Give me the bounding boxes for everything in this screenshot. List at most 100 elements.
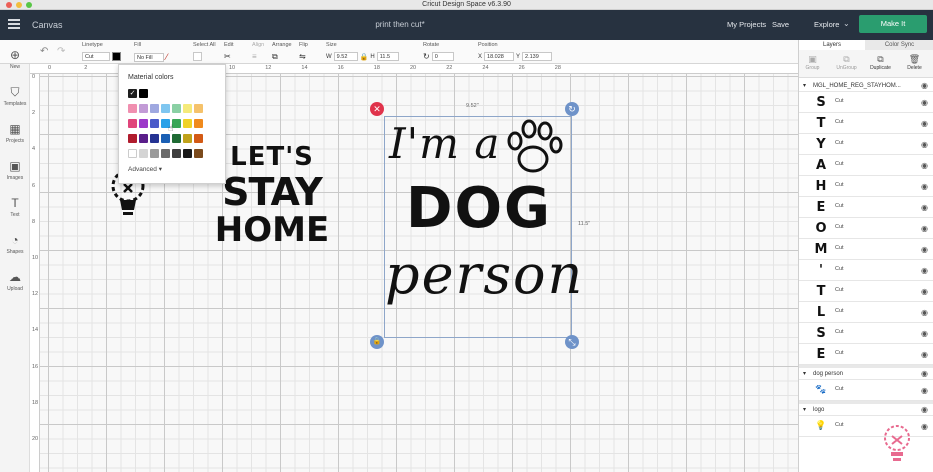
sidebar-item-new[interactable]: ⊕ New xyxy=(0,48,30,70)
resize-handle-icon[interactable]: ⤡ xyxy=(565,335,579,349)
color-swatch[interactable] xyxy=(128,119,137,128)
color-swatch[interactable] xyxy=(194,104,203,113)
save-link[interactable]: Save xyxy=(772,20,789,29)
color-swatch[interactable] xyxy=(128,104,137,113)
lock-icon[interactable]: 🔒 xyxy=(360,53,369,61)
sidebar-item-projects[interactable]: ▦ Projects xyxy=(0,122,30,144)
eye-icon[interactable]: ◉ xyxy=(921,266,928,275)
layer-row[interactable]: L Cut ◉ xyxy=(799,302,933,323)
eye-icon[interactable]: ◉ xyxy=(921,422,928,431)
layer-row[interactable]: 💡 Cut ◉ xyxy=(799,416,933,437)
rotate-input[interactable]: 0 xyxy=(431,52,454,61)
color-swatch[interactable] xyxy=(194,149,203,158)
layer-row[interactable]: H Cut ◉ xyxy=(799,176,933,197)
color-swatch[interactable] xyxy=(183,104,192,113)
color-swatch[interactable] xyxy=(194,119,203,128)
my-projects-link[interactable]: My Projects xyxy=(727,20,766,29)
color-swatch[interactable] xyxy=(139,134,148,143)
hamburger-menu-icon[interactable] xyxy=(8,19,20,29)
x-position-input[interactable]: 18.028 xyxy=(484,52,515,61)
explore-menu[interactable]: Explore xyxy=(814,20,839,29)
eye-icon[interactable]: ◉ xyxy=(921,140,928,149)
rotate-icon[interactable]: ↻ xyxy=(423,52,430,61)
layer-row[interactable]: S Cut ◉ xyxy=(799,323,933,344)
layer-group-dog-person[interactable]: ▾ dog person ◉ xyxy=(799,368,933,380)
width-input[interactable]: 9.52 xyxy=(333,52,358,61)
arrange-icon[interactable]: ⧉ xyxy=(272,52,278,62)
color-swatch[interactable] xyxy=(183,149,192,158)
arrange-control[interactable]: Arrange ⧉ xyxy=(272,42,292,62)
color-swatch[interactable] xyxy=(194,134,203,143)
color-swatch[interactable] xyxy=(161,134,170,143)
lets-stay-home-art[interactable]: LET'S STAY HOME xyxy=(212,142,332,248)
color-swatch[interactable] xyxy=(128,149,137,158)
chevron-down-icon[interactable]: ⌄ xyxy=(843,19,850,28)
layer-row[interactable]: S Cut ◉ xyxy=(799,92,933,113)
ungroup-action[interactable]: ⧉ UnGroup xyxy=(833,53,860,71)
scissors-icon[interactable]: ✂ xyxy=(224,52,231,61)
eye-icon[interactable]: ◉ xyxy=(921,119,928,128)
fill-control[interactable]: Fill No Fill ⁄ xyxy=(134,42,168,62)
close-window-icon[interactable] xyxy=(6,2,12,8)
layer-row[interactable]: T Cut ◉ xyxy=(799,113,933,134)
lock-handle-icon[interactable]: 🔒 xyxy=(370,335,384,349)
delete-action[interactable]: 🗑 Delete xyxy=(901,53,928,71)
selection-bounding-box[interactable]: I'm a DOG person xyxy=(384,116,582,338)
zoom-window-icon[interactable] xyxy=(26,2,32,8)
align-control[interactable]: Align ≡ xyxy=(252,42,264,61)
color-swatch[interactable] xyxy=(172,104,181,113)
eye-icon[interactable]: ◉ xyxy=(921,224,928,233)
layer-row[interactable]: 🐾 Cut ◉ xyxy=(799,380,933,401)
make-it-button[interactable]: Make It xyxy=(859,15,927,33)
chevron-down-icon[interactable]: ▾ xyxy=(803,80,806,92)
eye-icon[interactable]: ◉ xyxy=(921,203,928,212)
color-swatch[interactable] xyxy=(139,89,148,98)
duplicate-action[interactable]: ⧉ Duplicate xyxy=(867,53,894,71)
layer-row[interactable]: E Cut ◉ xyxy=(799,344,933,365)
layer-row[interactable]: E Cut ◉ xyxy=(799,197,933,218)
chevron-down-icon[interactable]: ▾ xyxy=(803,404,806,416)
y-position-input[interactable]: 2.139 xyxy=(522,52,553,61)
eye-icon[interactable]: ◉ xyxy=(921,182,928,191)
layer-group-stayhome[interactable]: ▾ MGL_HOME_REG_STAYHOM... ◉ xyxy=(799,80,933,92)
eye-icon[interactable]: ◉ xyxy=(921,161,928,170)
color-swatch[interactable] xyxy=(172,149,181,158)
sidebar-item-text[interactable]: T Text xyxy=(0,196,30,218)
linetype-control[interactable]: Linetype Cut xyxy=(82,42,121,61)
flip-icon[interactable]: ⇋ xyxy=(299,52,306,61)
rotate-handle-icon[interactable]: ↻ xyxy=(565,102,579,116)
color-swatch[interactable] xyxy=(172,134,181,143)
color-swatch[interactable] xyxy=(150,149,159,158)
delete-handle-icon[interactable]: ✕ xyxy=(370,102,384,116)
flip-control[interactable]: Flip ⇋ xyxy=(299,42,308,61)
eye-icon[interactable]: ◉ xyxy=(921,308,928,317)
group-action[interactable]: ▣ Group xyxy=(799,53,826,71)
sidebar-item-upload[interactable]: ☁ Upload xyxy=(0,270,30,292)
sidebar-item-shapes[interactable]: ◔ Shapes xyxy=(0,233,30,255)
eye-icon[interactable]: ◉ xyxy=(921,98,928,107)
color-swatch[interactable] xyxy=(161,149,170,158)
eye-icon[interactable]: ◉ xyxy=(921,386,928,395)
eye-icon[interactable]: ◉ xyxy=(921,245,928,254)
color-swatch[interactable] xyxy=(161,104,170,113)
edit-control[interactable]: Edit ✂ xyxy=(224,42,233,61)
select-all-control[interactable]: Select All xyxy=(193,42,216,61)
eye-icon[interactable]: ◉ xyxy=(921,350,928,359)
color-swatch[interactable] xyxy=(139,149,148,158)
minimize-window-icon[interactable] xyxy=(16,2,22,8)
align-icon[interactable]: ≡ xyxy=(252,52,257,61)
color-swatch[interactable] xyxy=(150,104,159,113)
sidebar-item-templates[interactable]: ⛉ Templates xyxy=(0,85,30,107)
linetype-select[interactable]: Cut xyxy=(82,52,110,61)
redo-icon[interactable]: ↷ xyxy=(57,46,65,57)
color-swatch[interactable] xyxy=(128,134,137,143)
layer-row[interactable]: T Cut ◉ xyxy=(799,281,933,302)
color-swatch[interactable] xyxy=(183,134,192,143)
eye-icon[interactable]: ◉ xyxy=(921,287,928,296)
chevron-down-icon[interactable]: ▾ xyxy=(803,368,806,380)
layer-row[interactable]: Y Cut ◉ xyxy=(799,134,933,155)
advanced-toggle[interactable]: Advanced ▾ xyxy=(128,165,162,173)
tab-layers[interactable]: Layers xyxy=(799,40,865,50)
linetype-color-swatch[interactable] xyxy=(112,52,121,61)
eye-icon[interactable]: ◉ xyxy=(921,329,928,338)
